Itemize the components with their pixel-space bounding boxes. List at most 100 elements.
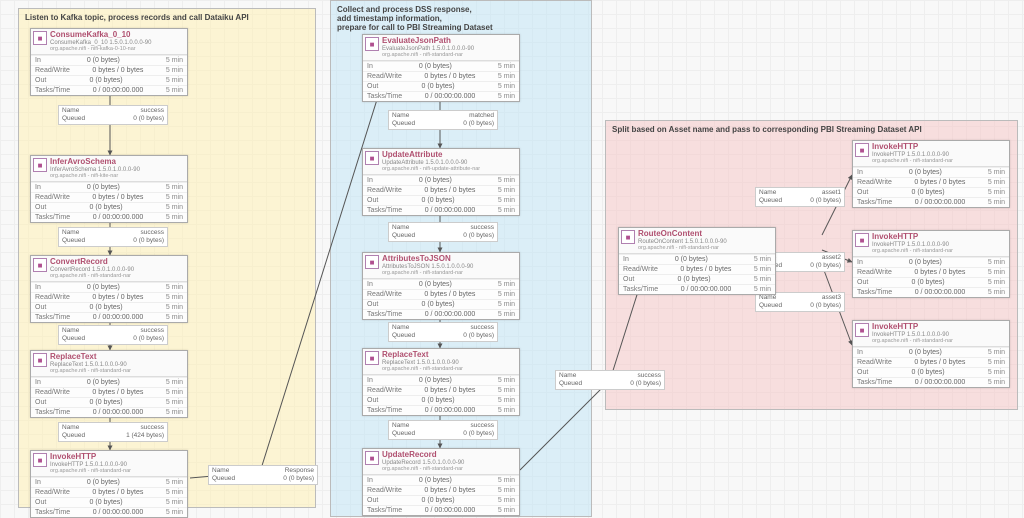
stat-out: Out0 (0 bytes)5 min bbox=[853, 277, 1009, 287]
processor-consume-kafka[interactable]: ■ ConsumeKafka_0_10 ConsumeKafka_0_10 1.… bbox=[30, 28, 188, 96]
processor-bundle: org.apache.nifi - nifi-standard-nar bbox=[872, 338, 953, 344]
processor-name: InvokeHTTP bbox=[872, 323, 953, 332]
stat-tasks-time: Tasks/Time0 / 00:00:00.0005 min bbox=[31, 212, 187, 222]
processor-bundle: org.apache.nifi - nifi-standard-nar bbox=[872, 248, 953, 254]
stat-out: Out0 (0 bytes)5 min bbox=[363, 395, 519, 405]
stat-tasks-time: Tasks/Time0 / 00:00:00.0005 min bbox=[853, 197, 1009, 207]
processor-infer-avro[interactable]: ■ InferAvroSchema InferAvroSchema 1.5.0.… bbox=[30, 155, 188, 223]
processor-invoke-http[interactable]: ■ InvokeHTTP InvokeHTTP 1.5.0.1.0.0.0-90… bbox=[852, 230, 1010, 298]
processor-icon: ■ bbox=[365, 37, 379, 51]
stat-read-write: Read/Write0 bytes / 0 bytes5 min bbox=[853, 357, 1009, 367]
stat-in: In0 (0 bytes)5 min bbox=[853, 347, 1009, 357]
stat-tasks-time: Tasks/Time0 / 00:00:00.0005 min bbox=[853, 287, 1009, 297]
stat-tasks-time: Tasks/Time0 / 00:00:00.0005 min bbox=[363, 205, 519, 215]
processor-evaluate-json[interactable]: ■ EvaluateJsonPath EvaluateJsonPath 1.5.… bbox=[362, 34, 520, 102]
processor-update-attribute[interactable]: ■ UpdateAttribute UpdateAttribute 1.5.0.… bbox=[362, 148, 520, 216]
stat-out: Out0 (0 bytes)5 min bbox=[31, 397, 187, 407]
stat-read-write: Read/Write0 bytes / 0 bytes5 min bbox=[31, 292, 187, 302]
connection-success[interactable]: Namesuccess Queued0 (0 bytes) bbox=[388, 420, 498, 440]
processor-bundle: org.apache.nifi - nifi-update-attribute-… bbox=[382, 166, 480, 172]
processor-type: InvokeHTTP 1.5.0.1.0.0.0-90 bbox=[872, 332, 953, 339]
connection-success[interactable]: Namesuccess Queued0 (0 bytes) bbox=[58, 105, 168, 125]
group-title: Split based on Asset name and pass to co… bbox=[612, 125, 922, 134]
processor-icon: ■ bbox=[33, 258, 47, 272]
stat-in: In0 (0 bytes)5 min bbox=[31, 477, 187, 487]
stat-read-write: Read/Write0 bytes / 0 bytes5 min bbox=[363, 385, 519, 395]
connection-success[interactable]: Namesuccess Queued1 (424 bytes) bbox=[58, 422, 168, 442]
processor-bundle: org.apache.nifi - nifi-kite-nar bbox=[50, 173, 140, 179]
processor-name: InvokeHTTP bbox=[50, 453, 131, 462]
processor-name: RouteOnContent bbox=[638, 230, 727, 239]
processor-type: InvokeHTTP 1.5.0.1.0.0.0-90 bbox=[50, 462, 131, 469]
stat-tasks-time: Tasks/Time0 / 00:00:00.0005 min bbox=[31, 507, 187, 517]
processor-invoke-http[interactable]: ■ InvokeHTTP InvokeHTTP 1.5.0.1.0.0.0-90… bbox=[852, 140, 1010, 208]
stat-read-write: Read/Write0 bytes / 0 bytes5 min bbox=[31, 387, 187, 397]
processor-replace-text[interactable]: ■ ReplaceText ReplaceText 1.5.0.1.0.0.0-… bbox=[362, 348, 520, 416]
stat-in: In0 (0 bytes)5 min bbox=[363, 61, 519, 71]
stat-tasks-time: Tasks/Time0 / 00:00:00.0005 min bbox=[853, 377, 1009, 387]
stat-in: In0 (0 bytes)5 min bbox=[363, 475, 519, 485]
processor-convert-record[interactable]: ■ ConvertRecord ConvertRecord 1.5.0.1.0.… bbox=[30, 255, 188, 323]
stat-tasks-time: Tasks/Time0 / 00:00:00.0005 min bbox=[363, 91, 519, 101]
processor-icon: ■ bbox=[621, 230, 635, 244]
stat-in: In0 (0 bytes)5 min bbox=[31, 55, 187, 65]
processor-invoke-http[interactable]: ■ InvokeHTTP InvokeHTTP 1.5.0.1.0.0.0-90… bbox=[30, 450, 188, 518]
processor-bundle: org.apache.nifi - nifi-standard-nar bbox=[638, 245, 727, 251]
processor-route-on-content[interactable]: ■ RouteOnContent RouteOnContent 1.5.0.1.… bbox=[618, 227, 776, 295]
processor-name: EvaluateJsonPath bbox=[382, 37, 474, 46]
stat-tasks-time: Tasks/Time0 / 00:00:00.0005 min bbox=[31, 85, 187, 95]
processor-replace-text[interactable]: ■ ReplaceText ReplaceText 1.5.0.1.0.0.0-… bbox=[30, 350, 188, 418]
processor-type: ReplaceText 1.5.0.1.0.0.0-90 bbox=[382, 360, 463, 367]
processor-name: ReplaceText bbox=[50, 353, 131, 362]
stat-read-write: Read/Write0 bytes / 0 bytes5 min bbox=[853, 267, 1009, 277]
processor-icon: ■ bbox=[33, 353, 47, 367]
connection-success[interactable]: Namesuccess Queued0 (0 bytes) bbox=[388, 322, 498, 342]
processor-icon: ■ bbox=[33, 453, 47, 467]
stat-out: Out0 (0 bytes)5 min bbox=[31, 202, 187, 212]
stat-in: In0 (0 bytes)5 min bbox=[363, 375, 519, 385]
processor-bundle: org.apache.nifi - nifi-kafka-0-10-nar bbox=[50, 46, 151, 52]
processor-bundle: org.apache.nifi - nifi-standard-nar bbox=[50, 368, 131, 374]
processor-bundle: org.apache.nifi - nifi-standard-nar bbox=[382, 366, 463, 372]
processor-name: InvokeHTTP bbox=[872, 143, 953, 152]
connection-success[interactable]: Namesuccess Queued0 (0 bytes) bbox=[58, 227, 168, 247]
processor-name: ConvertRecord bbox=[50, 258, 134, 267]
processor-name: ConsumeKafka_0_10 bbox=[50, 31, 151, 40]
stat-read-write: Read/Write0 bytes / 0 bytes5 min bbox=[363, 71, 519, 81]
stat-tasks-time: Tasks/Time0 / 00:00:00.0005 min bbox=[619, 284, 775, 294]
connection-matched[interactable]: Namematched Queued0 (0 bytes) bbox=[388, 110, 498, 130]
stat-tasks-time: Tasks/Time0 / 00:00:00.0005 min bbox=[31, 407, 187, 417]
stat-in: In0 (0 bytes)5 min bbox=[853, 257, 1009, 267]
stat-in: In0 (0 bytes)5 min bbox=[853, 167, 1009, 177]
processor-type: ConvertRecord 1.5.0.1.0.0.0-90 bbox=[50, 267, 134, 274]
processor-attributes-to-json[interactable]: ■ AttributesToJSON AttributesToJSON 1.5.… bbox=[362, 252, 520, 320]
processor-bundle: org.apache.nifi - nifi-standard-nar bbox=[382, 466, 464, 472]
processor-icon: ■ bbox=[365, 255, 379, 269]
processor-type: ConsumeKafka_0_10 1.5.0.1.0.0.0-90 bbox=[50, 40, 151, 47]
stat-read-write: Read/Write0 bytes / 0 bytes5 min bbox=[31, 65, 187, 75]
processor-type: UpdateRecord 1.5.0.1.0.0.0-90 bbox=[382, 460, 464, 467]
stat-read-write: Read/Write0 bytes / 0 bytes5 min bbox=[853, 177, 1009, 187]
processor-icon: ■ bbox=[365, 351, 379, 365]
stat-out: Out0 (0 bytes)5 min bbox=[363, 495, 519, 505]
processor-icon: ■ bbox=[33, 158, 47, 172]
stat-out: Out0 (0 bytes)5 min bbox=[363, 81, 519, 91]
stat-out: Out0 (0 bytes)5 min bbox=[31, 75, 187, 85]
processor-invoke-http[interactable]: ■ InvokeHTTP InvokeHTTP 1.5.0.1.0.0.0-90… bbox=[852, 320, 1010, 388]
processor-bundle: org.apache.nifi - nifi-standard-nar bbox=[50, 273, 134, 279]
processor-type: EvaluateJsonPath 1.5.0.1.0.0.0-90 bbox=[382, 46, 474, 53]
processor-name: ReplaceText bbox=[382, 351, 463, 360]
processor-icon: ■ bbox=[33, 31, 47, 45]
processor-bundle: org.apache.nifi - nifi-standard-nar bbox=[872, 158, 953, 164]
processor-icon: ■ bbox=[855, 233, 869, 247]
connection-success[interactable]: Namesuccess Queued0 (0 bytes) bbox=[555, 370, 665, 390]
processor-update-record[interactable]: ■ UpdateRecord UpdateRecord 1.5.0.1.0.0.… bbox=[362, 448, 520, 516]
connection-response[interactable]: NameResponse Queued0 (0 bytes) bbox=[208, 465, 318, 485]
processor-bundle: org.apache.nifi - nifi-standard-nar bbox=[50, 468, 131, 474]
processor-icon: ■ bbox=[365, 151, 379, 165]
connection-asset1[interactable]: Nameasset1 Queued0 (0 bytes) bbox=[755, 187, 845, 207]
processor-type: AttributesToJSON 1.5.0.1.0.0.0-90 bbox=[382, 264, 473, 271]
stat-tasks-time: Tasks/Time0 / 00:00:00.0005 min bbox=[363, 505, 519, 515]
connection-success[interactable]: Namesuccess Queued0 (0 bytes) bbox=[388, 222, 498, 242]
connection-success[interactable]: Namesuccess Queued0 (0 bytes) bbox=[58, 325, 168, 345]
